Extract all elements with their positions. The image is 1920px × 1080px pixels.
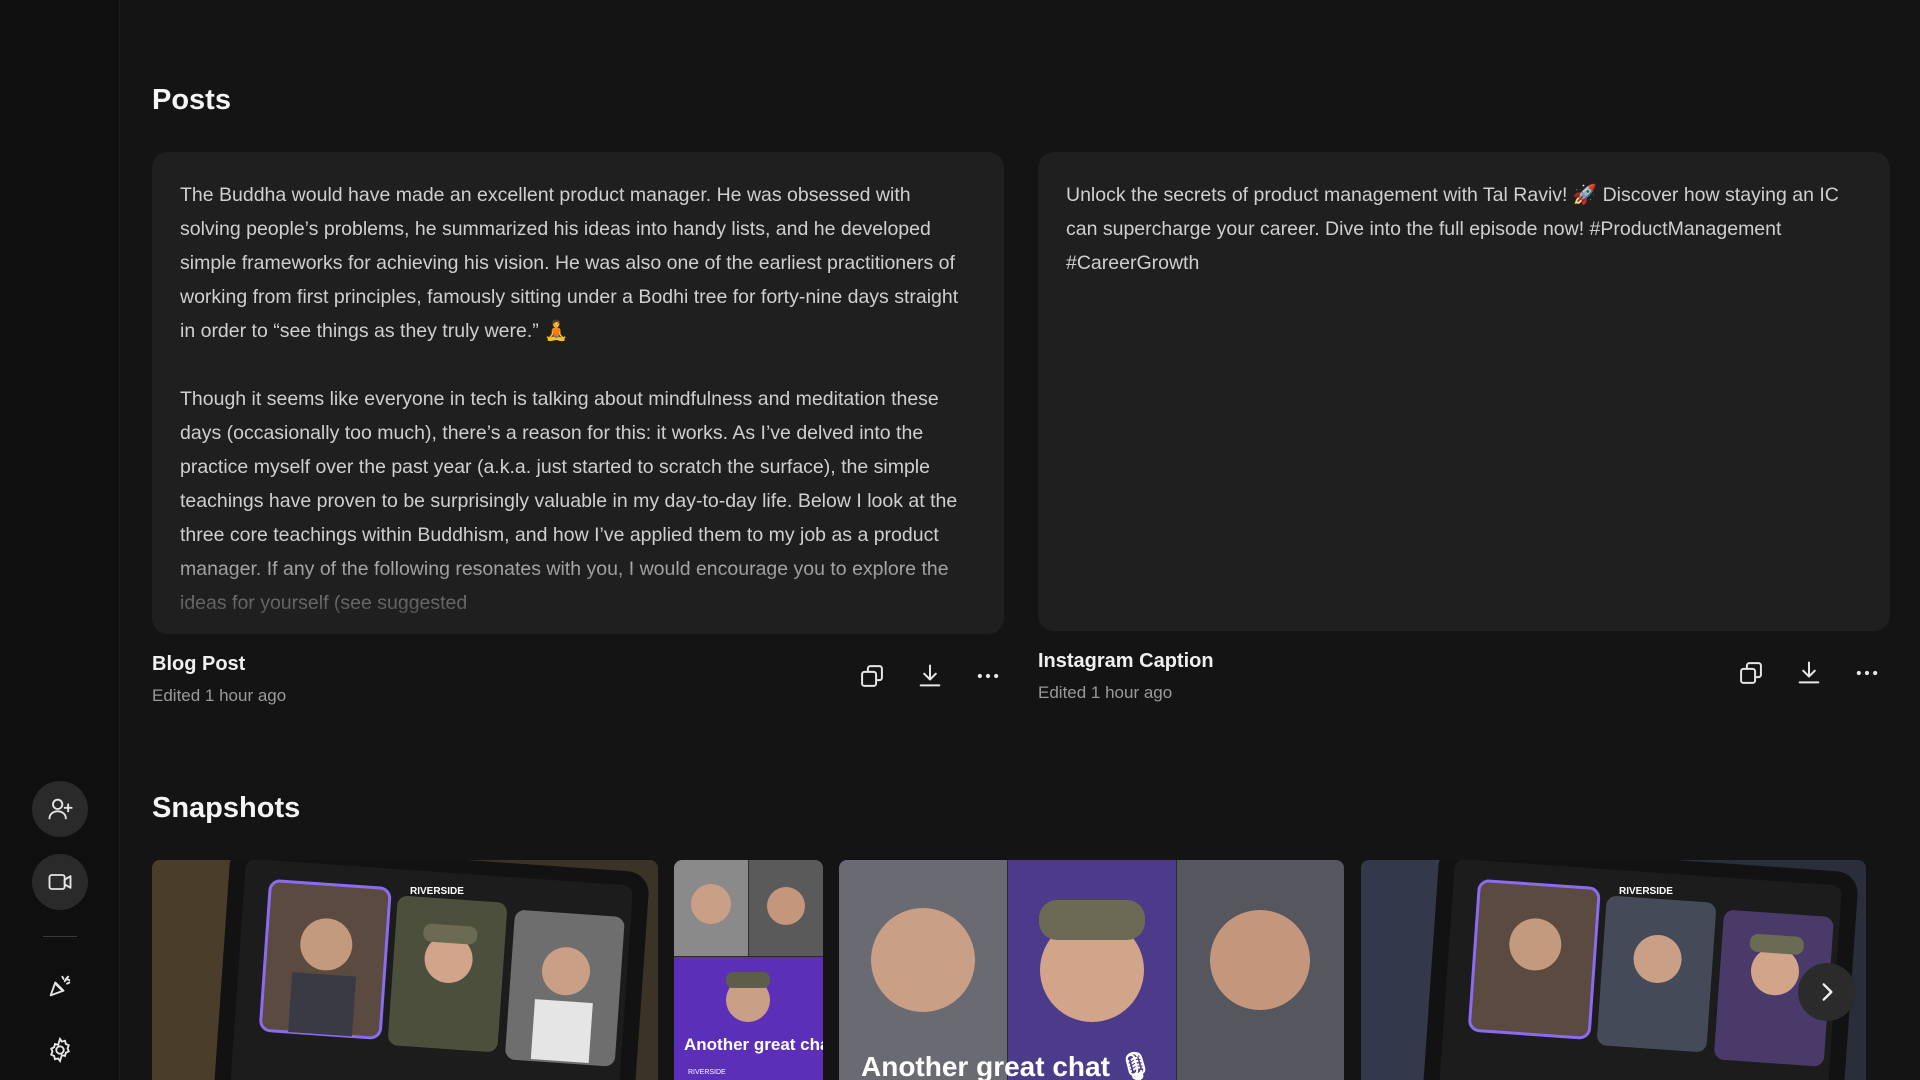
copy-button[interactable] — [857, 661, 887, 691]
instagram-caption-meta: Instagram Caption Edited 1 hour ago — [1038, 650, 1214, 703]
party-popper-icon — [49, 975, 71, 997]
gear-icon — [50, 1036, 70, 1064]
instagram-caption-card[interactable]: Unlock the secrets of product management… — [1038, 152, 1890, 631]
instagram-caption-actions — [1736, 658, 1882, 688]
snapshots-strip: RIVERSIDE Another great chat 🎙 RIVERSIDE — [152, 860, 1892, 1080]
blog-post-card[interactable]: The Buddha would have made an excellent … — [152, 152, 1004, 634]
blog-post-edited: Edited 1 hour ago — [152, 686, 287, 705]
add-user-icon — [48, 798, 73, 820]
record-button[interactable] — [32, 854, 88, 910]
snapshot-thumbnail[interactable]: RIVERSIDE — [1361, 860, 1866, 1080]
snapshot-thumbnail[interactable]: Another great chat 🎙 — [839, 860, 1344, 1080]
snapshot-caption: Another great chat 🎙 — [684, 1035, 823, 1054]
instagram-caption-text: Unlock the secrets of product management… — [1038, 152, 1890, 340]
snapshot-caption: Another great chat 🎙 — [861, 1051, 1153, 1080]
copy-icon — [861, 665, 883, 687]
more-icon — [977, 673, 999, 679]
brand-watermark: RIVERSIDE — [688, 1069, 726, 1076]
chevron-right-icon — [1822, 983, 1833, 1001]
caption-paragraph: Unlock the secrets of product management… — [1066, 184, 1839, 274]
instagram-caption-edited: Edited 1 hour ago — [1038, 683, 1173, 702]
copy-button[interactable] — [1736, 658, 1766, 688]
main-content: Posts The Buddha would have made an exce… — [152, 0, 1892, 1080]
brand-watermark: RIVERSIDE — [410, 886, 464, 897]
copy-icon — [1740, 662, 1762, 684]
snapshots-title: Snapshots — [152, 792, 301, 824]
video-camera-icon — [48, 874, 72, 890]
more-icon — [1856, 670, 1878, 676]
snapshot-thumbnail[interactable]: Another great chat 🎙 RIVERSIDE — [674, 860, 823, 1080]
download-button[interactable] — [1794, 658, 1824, 688]
instagram-caption-title: Instagram Caption — [1038, 650, 1214, 672]
blog-paragraph: The Buddha would have made an excellent … — [180, 184, 959, 342]
blog-post-actions — [857, 661, 1003, 691]
blog-paragraph: Though it seems like everyone in tech is… — [180, 388, 958, 614]
sidebar-divider — [43, 936, 77, 937]
download-button[interactable] — [915, 661, 945, 691]
more-button[interactable] — [973, 661, 1003, 691]
sidebar — [0, 0, 120, 1080]
invite-user-button[interactable] — [32, 781, 88, 837]
download-icon — [919, 664, 941, 687]
blog-post-text: The Buddha would have made an excellent … — [152, 152, 1004, 634]
brand-watermark: RIVERSIDE — [1619, 886, 1673, 897]
blog-post-title: Blog Post — [152, 653, 246, 675]
blog-post-meta: Blog Post Edited 1 hour ago — [152, 653, 286, 706]
magic-clips-button[interactable] — [32, 958, 88, 1014]
more-button[interactable] — [1852, 658, 1882, 688]
snapshot-thumbnail[interactable]: RIVERSIDE — [152, 860, 658, 1080]
download-icon — [1798, 661, 1820, 684]
snapshots-next-button[interactable] — [1798, 963, 1856, 1021]
settings-button[interactable] — [32, 1022, 88, 1078]
posts-title: Posts — [152, 84, 231, 116]
